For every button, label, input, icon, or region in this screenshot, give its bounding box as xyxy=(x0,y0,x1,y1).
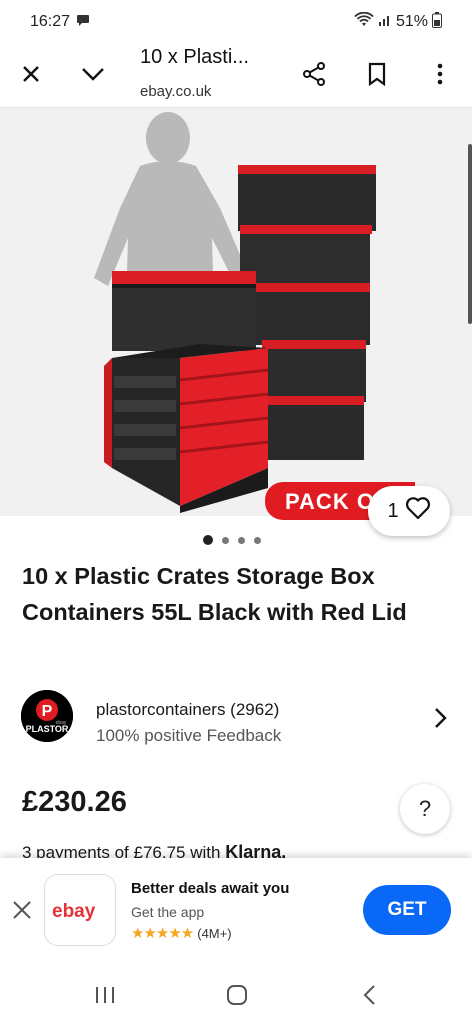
heart-icon xyxy=(405,496,431,526)
ebay-app-icon[interactable]: ebay xyxy=(44,874,116,946)
get-app-button[interactable]: GET xyxy=(363,885,451,935)
star-rating-icon: ★★★★★ xyxy=(131,925,194,942)
system-navigation-bar xyxy=(0,962,472,1024)
recent-apps-icon[interactable] xyxy=(90,980,120,1010)
carousel-dot[interactable] xyxy=(203,535,213,545)
browser-header: 10 x Plasti... ebay.co.uk xyxy=(0,44,472,108)
seller-name[interactable]: plastorcontainers (2962) xyxy=(96,700,279,720)
seller-feedback: 100% positive Feedback xyxy=(96,726,282,745)
status-bar: 16:27 51% xyxy=(0,0,472,44)
ebay-logo-text: ebay xyxy=(52,901,96,922)
banner-headline: Better deals await you xyxy=(131,880,290,897)
chevron-right-icon[interactable] xyxy=(428,706,452,730)
message-notification-icon xyxy=(76,13,90,32)
seller-logo-letter: P xyxy=(42,703,53,720)
page-title: 10 x Plasti... xyxy=(140,46,249,68)
help-button[interactable]: ? xyxy=(400,784,450,834)
carousel-dot[interactable] xyxy=(254,536,261,544)
page-scrollbar[interactable] xyxy=(468,144,472,324)
rating-count: (4M+) xyxy=(197,925,232,941)
seller-logo-small: ebay xyxy=(56,720,67,726)
battery-icon xyxy=(432,11,442,33)
close-icon[interactable] xyxy=(10,898,34,922)
share-icon[interactable] xyxy=(296,56,332,92)
wifi-icon xyxy=(354,11,374,33)
app-rating: ★★★★★ (4M+) xyxy=(131,924,232,942)
status-time: 16:27 xyxy=(30,13,71,30)
close-icon[interactable] xyxy=(13,56,49,92)
page-domain: ebay.co.uk xyxy=(140,83,212,100)
product-image[interactable] xyxy=(0,108,472,516)
app-install-banner: ebay Better deals await you Get the app … xyxy=(0,858,472,962)
back-icon[interactable] xyxy=(355,980,385,1010)
signal-icon xyxy=(378,13,392,32)
battery-level: 51% xyxy=(395,13,428,30)
watch-count: 1 xyxy=(387,499,399,522)
chevron-down-icon[interactable] xyxy=(75,56,111,92)
page-title-block: 10 x Plasti... ebay.co.uk xyxy=(140,46,290,100)
crates-illustration xyxy=(0,108,472,516)
home-icon[interactable] xyxy=(222,980,252,1010)
carousel-dot[interactable] xyxy=(222,536,229,544)
watch-button[interactable]: 1 xyxy=(368,486,450,536)
bookmark-icon[interactable] xyxy=(359,56,395,92)
product-title: 10 x Plastic Crates Storage Box Containe… xyxy=(22,563,407,625)
banner-subtitle: Get the app xyxy=(131,904,205,920)
more-options-icon[interactable] xyxy=(422,56,458,92)
seller-info[interactable]: P PLASTOR ebay plastorcontainers (2962) … xyxy=(0,690,472,746)
image-carousel-indicator xyxy=(203,535,261,545)
item-price: £230.26 xyxy=(22,786,127,818)
seller-avatar: P PLASTOR ebay xyxy=(21,690,73,742)
carousel-dot[interactable] xyxy=(238,536,245,544)
